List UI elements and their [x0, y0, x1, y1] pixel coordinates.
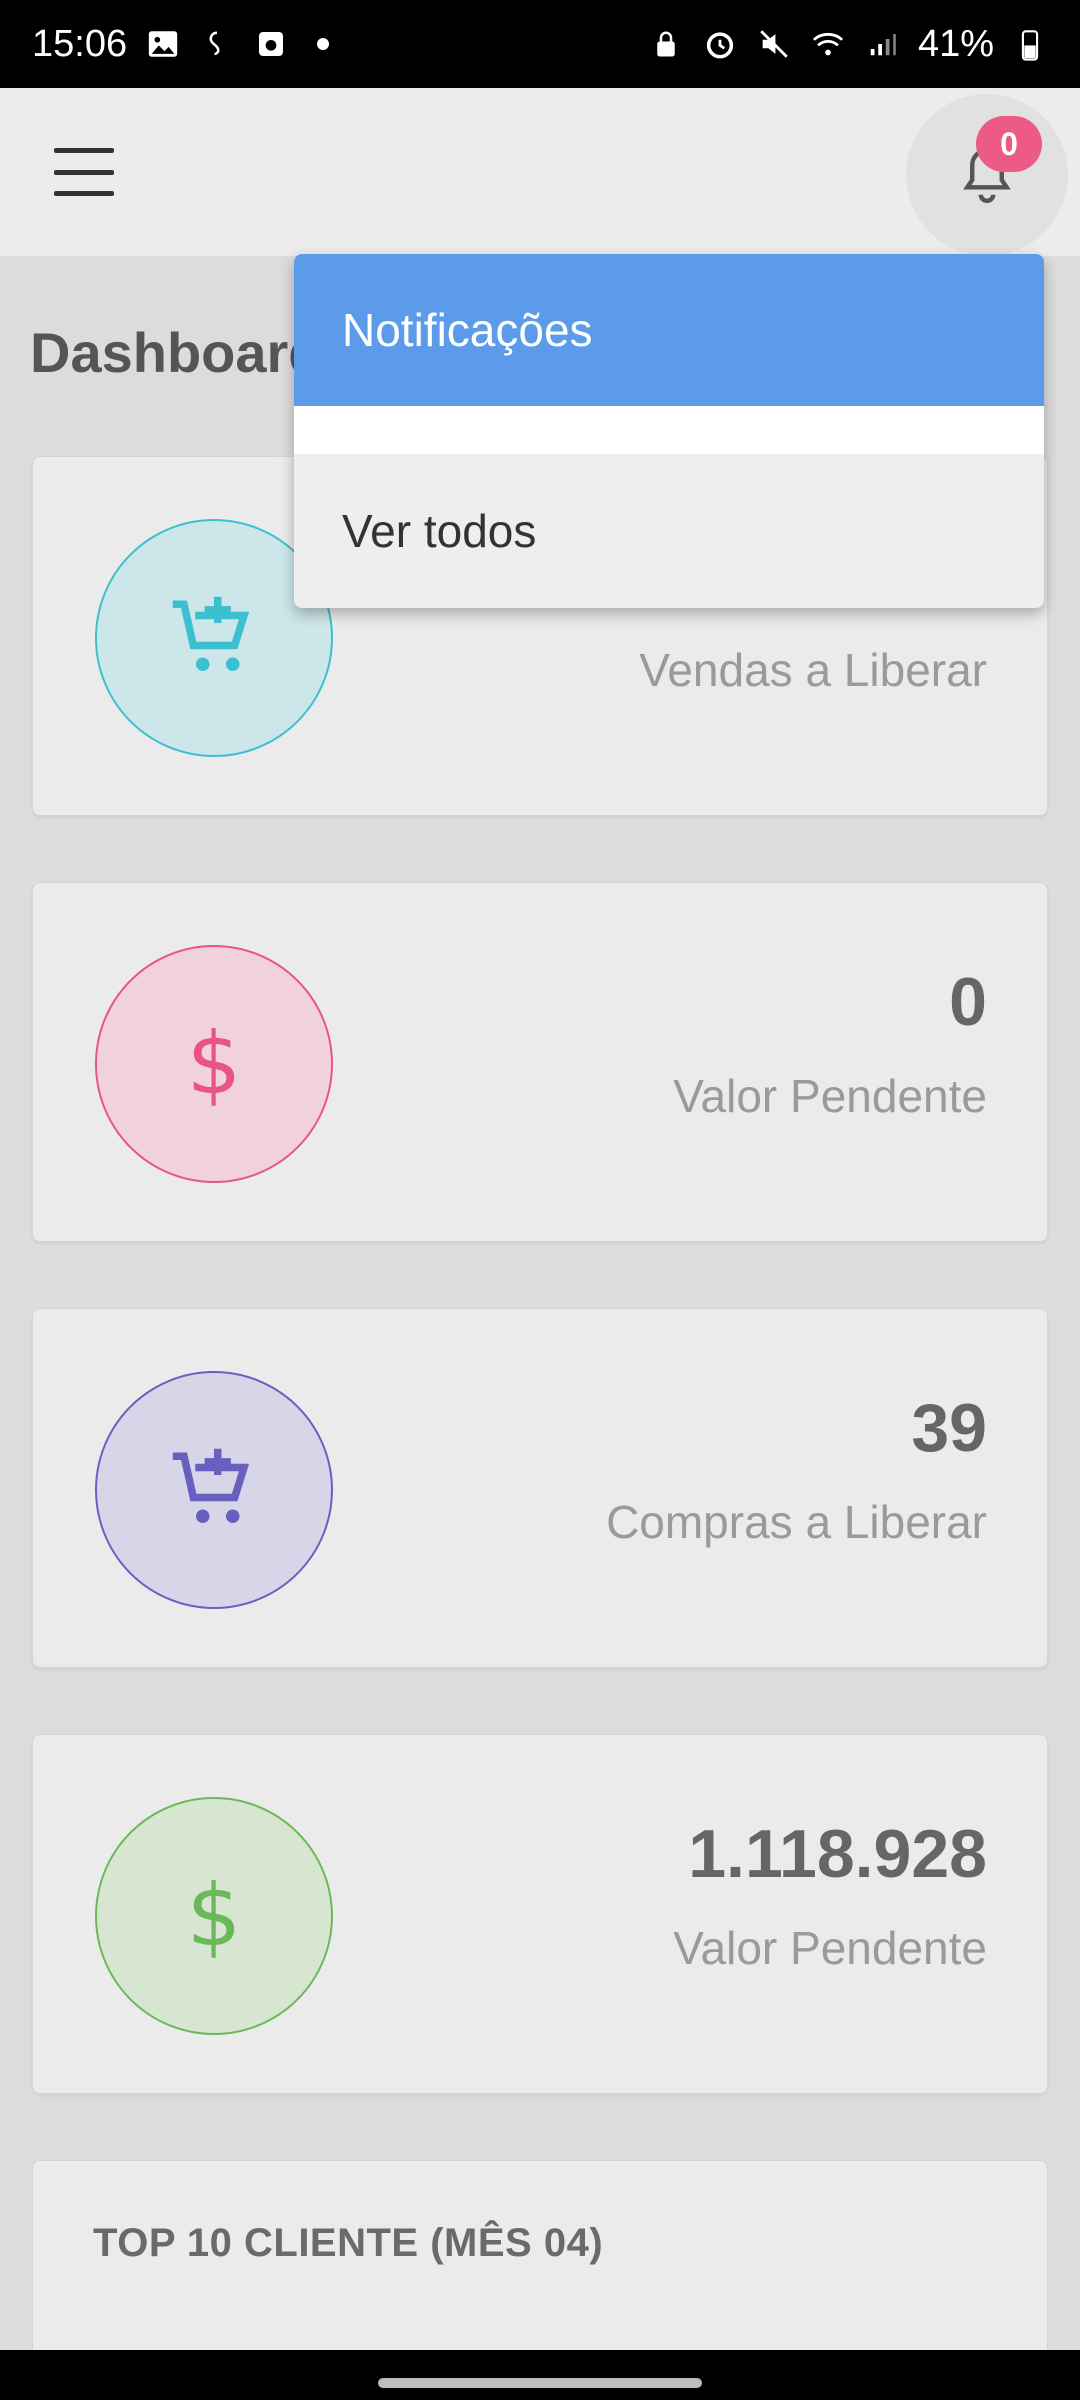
- card-value: 39: [911, 1390, 987, 1466]
- battery-percent: 41%: [917, 22, 994, 65]
- mute-icon: [756, 26, 792, 62]
- status-bar: 15:06 41%: [0, 0, 1080, 88]
- card-value: 0: [949, 964, 987, 1040]
- dollar-icon: $: [186, 1014, 242, 1114]
- card-icon-circle: $: [95, 1797, 333, 2035]
- card-compras-liberar[interactable]: 39 Compras a Liberar: [32, 1308, 1048, 1668]
- dollar-icon: $: [186, 1866, 242, 1966]
- top10-title: TOP 10 CLIENTE (MÊS 04): [93, 2221, 604, 2265]
- battery-icon: [1012, 26, 1048, 62]
- card-icon-circle: $: [95, 945, 333, 1183]
- lock-icon: [648, 26, 684, 62]
- dot-icon: [317, 38, 330, 50]
- top10-card: TOP 10 CLIENTE (MÊS 04): [32, 2160, 1048, 2380]
- menu-icon[interactable]: [50, 142, 118, 202]
- view-all-link[interactable]: Ver todos: [294, 454, 1044, 608]
- thread-icon: [199, 26, 235, 62]
- dropdown-header: Notificações: [294, 254, 1044, 406]
- gallery-icon: [145, 26, 181, 62]
- card-value: 1.118.928: [688, 1816, 987, 1892]
- system-nav-bar: [0, 2350, 1080, 2400]
- alarm-icon: [702, 26, 738, 62]
- home-gesture-handle[interactable]: [378, 2378, 702, 2388]
- cart-plus-icon: [172, 596, 250, 671]
- signal-icon: [864, 26, 900, 62]
- app-bar: 0: [0, 88, 1080, 256]
- calendar-icon: [253, 26, 289, 62]
- dropdown-empty-area: [294, 406, 1044, 454]
- card-valor-pendente-2[interactable]: $ 1.118.928 Valor Pendente: [32, 1734, 1048, 2094]
- card-valor-pendente-1[interactable]: $ 0 Valor Pendente: [32, 882, 1048, 1242]
- notifications-button[interactable]: 0: [906, 94, 1068, 256]
- page-title: Dashboard: [30, 321, 323, 384]
- card-label: Vendas a Liberar: [639, 644, 987, 696]
- notification-badge: 0: [976, 116, 1042, 172]
- notifications-dropdown: Notificações Ver todos: [294, 254, 1044, 608]
- card-icon-circle: [95, 1371, 333, 1609]
- card-label: Compras a Liberar: [606, 1496, 987, 1548]
- wifi-icon: [810, 26, 846, 62]
- card-label: Valor Pendente: [673, 1070, 987, 1122]
- cart-plus-icon: [172, 1448, 250, 1523]
- card-label: Valor Pendente: [673, 1922, 987, 1974]
- status-time: 15:06: [32, 22, 128, 65]
